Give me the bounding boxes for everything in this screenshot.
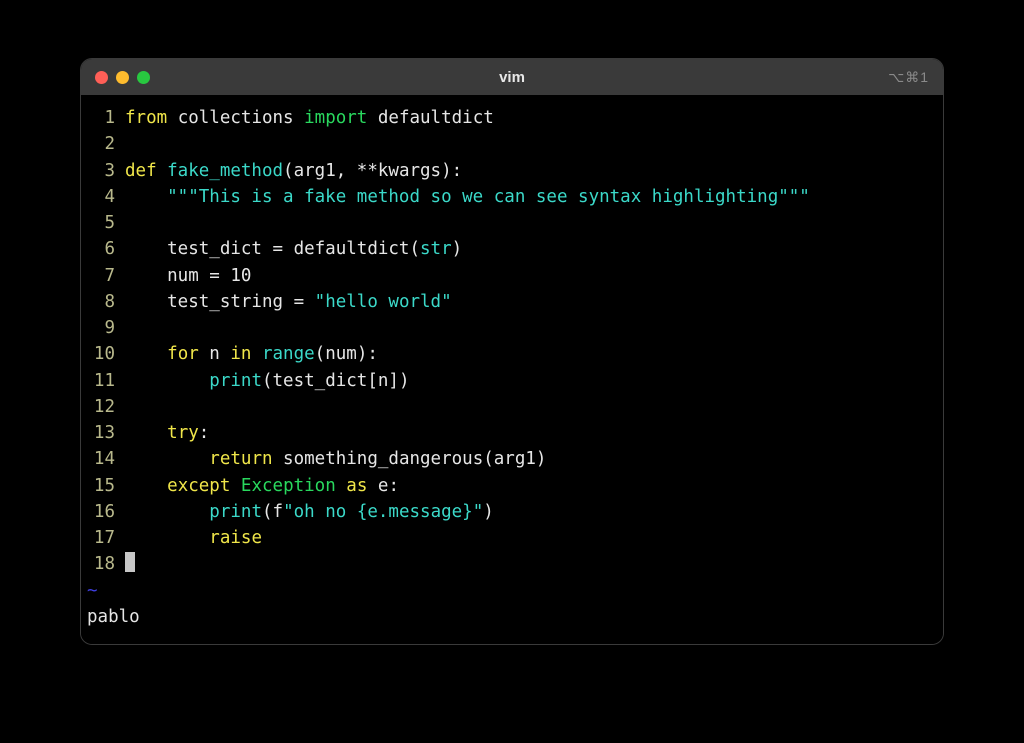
line-number: 14 xyxy=(81,446,125,472)
line-number: 1 xyxy=(81,105,125,131)
code-line: 12 xyxy=(81,394,943,420)
line-number: 12 xyxy=(81,394,125,420)
line-number: 11 xyxy=(81,368,125,394)
line-number: 8 xyxy=(81,289,125,315)
code-line: 13 try: xyxy=(81,420,943,446)
code-line: 9 xyxy=(81,315,943,341)
code-content: from collections import defaultdict xyxy=(125,105,943,131)
line-number: 3 xyxy=(81,158,125,184)
window-title: vim xyxy=(81,69,943,86)
code-line: 5 xyxy=(81,210,943,236)
code-line: 4 """This is a fake method so we can see… xyxy=(81,184,943,210)
titlebar[interactable]: vim ⌥⌘1 xyxy=(81,59,943,95)
line-number: 6 xyxy=(81,236,125,262)
line-number: 16 xyxy=(81,499,125,525)
line-number: 7 xyxy=(81,263,125,289)
code-line: 7 num = 10 xyxy=(81,263,943,289)
code-line: 16 print(f"oh no {e.message}") xyxy=(81,499,943,525)
line-number: 4 xyxy=(81,184,125,210)
code-line: 11 print(test_dict[n]) xyxy=(81,368,943,394)
line-number: 9 xyxy=(81,315,125,341)
code-line: 10 for n in range(num): xyxy=(81,341,943,367)
code-line: 15 except Exception as e: xyxy=(81,473,943,499)
line-number: 15 xyxy=(81,473,125,499)
line-number: 5 xyxy=(81,210,125,236)
colorscheme-name: pablo xyxy=(87,604,140,630)
tilde-icon: ~ xyxy=(81,578,98,604)
code-line: 17 raise xyxy=(81,525,943,551)
code-line: 8 test_string = "hello world" xyxy=(81,289,943,315)
status-line: pablo xyxy=(81,604,943,638)
line-number: 17 xyxy=(81,525,125,551)
close-icon[interactable] xyxy=(95,71,108,84)
terminal-window: vim ⌥⌘1 1 from collections import defaul… xyxy=(80,58,944,645)
code-line: 1 from collections import defaultdict xyxy=(81,105,943,131)
code-line: 14 return something_dangerous(arg1) xyxy=(81,446,943,472)
code-line: 18 xyxy=(81,551,943,577)
line-number: 18 xyxy=(81,551,125,577)
line-number: 10 xyxy=(81,341,125,367)
zoom-icon[interactable] xyxy=(137,71,150,84)
minimize-icon[interactable] xyxy=(116,71,129,84)
line-number: 13 xyxy=(81,420,125,446)
code-line: 2 xyxy=(81,131,943,157)
window-shortcut-badge: ⌥⌘1 xyxy=(888,69,929,86)
code-line: 6 test_dict = defaultdict(str) xyxy=(81,236,943,262)
code-line: 3 def fake_method(arg1, **kwargs): xyxy=(81,158,943,184)
empty-buffer-line: ~ xyxy=(81,578,943,604)
cursor xyxy=(125,552,135,572)
editor-area[interactable]: 1 from collections import defaultdict 2 … xyxy=(81,95,943,644)
traffic-lights xyxy=(81,71,150,84)
line-number: 2 xyxy=(81,131,125,157)
